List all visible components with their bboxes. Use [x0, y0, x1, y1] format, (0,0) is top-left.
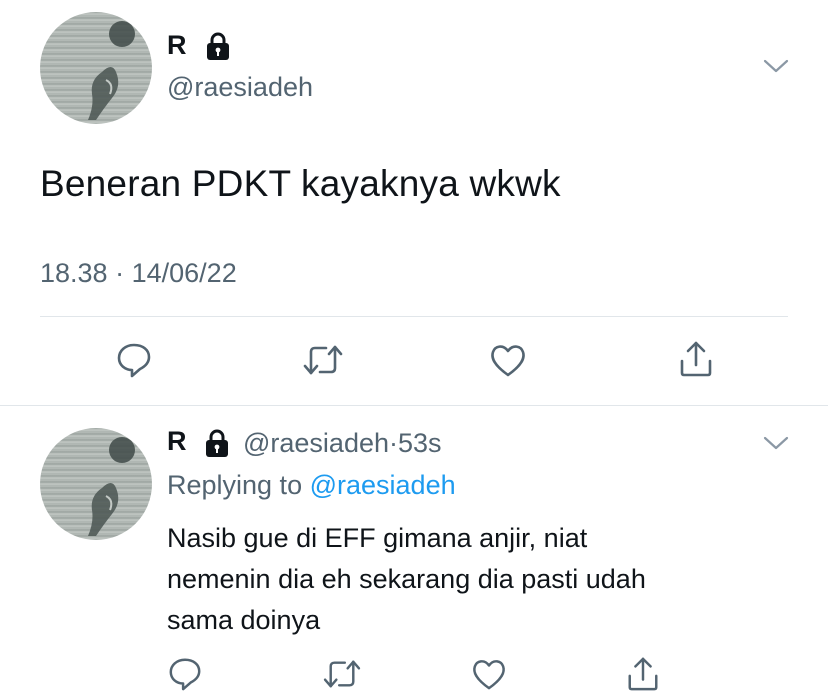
- replying-to: Replying to @raesiadeh: [167, 470, 456, 501]
- reply-meta: @raesiadeh·53s: [243, 428, 442, 459]
- reply-icon[interactable]: [167, 656, 203, 692]
- share-icon[interactable]: [677, 339, 715, 379]
- meta-separator: ·: [115, 258, 125, 288]
- heart-icon[interactable]: [489, 342, 527, 378]
- reply-handle[interactable]: @raesiadeh: [243, 428, 389, 458]
- replying-to-handle-link[interactable]: @raesiadeh: [310, 470, 456, 500]
- reply-text-line: sama doinya: [167, 605, 321, 635]
- tweet-date: 14/06/22: [131, 258, 237, 288]
- avatar[interactable]: [40, 12, 152, 124]
- retweet-icon[interactable]: [322, 658, 362, 690]
- heart-icon[interactable]: [471, 657, 507, 691]
- tweet-text: Beneran PDKT kayaknya wkwk: [40, 163, 561, 204]
- reply-icon[interactable]: [115, 341, 153, 379]
- replying-to-label: Replying to: [167, 470, 303, 500]
- section-divider: [0, 405, 828, 406]
- handle[interactable]: @raesiadeh: [167, 72, 313, 103]
- reply-age: 53s: [398, 428, 442, 458]
- lock-icon: [202, 428, 232, 463]
- display-name[interactable]: R: [167, 30, 187, 61]
- chevron-down-icon[interactable]: [763, 58, 789, 74]
- reply-text: Nasib gue di EFF gimana anjir, niat neme…: [167, 518, 787, 641]
- reply-avatar[interactable]: [40, 428, 152, 540]
- reply-separator: ·: [389, 428, 398, 458]
- reply-text-line: Nasib gue di EFF gimana anjir, niat: [167, 523, 588, 553]
- reply-display-name[interactable]: R: [167, 426, 187, 456]
- chevron-down-icon[interactable]: [763, 435, 789, 451]
- display-name-text[interactable]: R: [167, 30, 187, 60]
- share-icon[interactable]: [625, 655, 661, 693]
- lock-icon: [203, 31, 233, 66]
- divider: [40, 316, 788, 317]
- tweet-time: 18.38: [40, 258, 108, 288]
- reply-header[interactable]: R: [167, 426, 187, 457]
- retweet-icon[interactable]: [302, 343, 344, 377]
- tweet-timestamp[interactable]: 18.38 · 14/06/22: [40, 258, 237, 289]
- reply-text-line: nemenin dia eh sekarang dia pasti udah: [167, 564, 646, 594]
